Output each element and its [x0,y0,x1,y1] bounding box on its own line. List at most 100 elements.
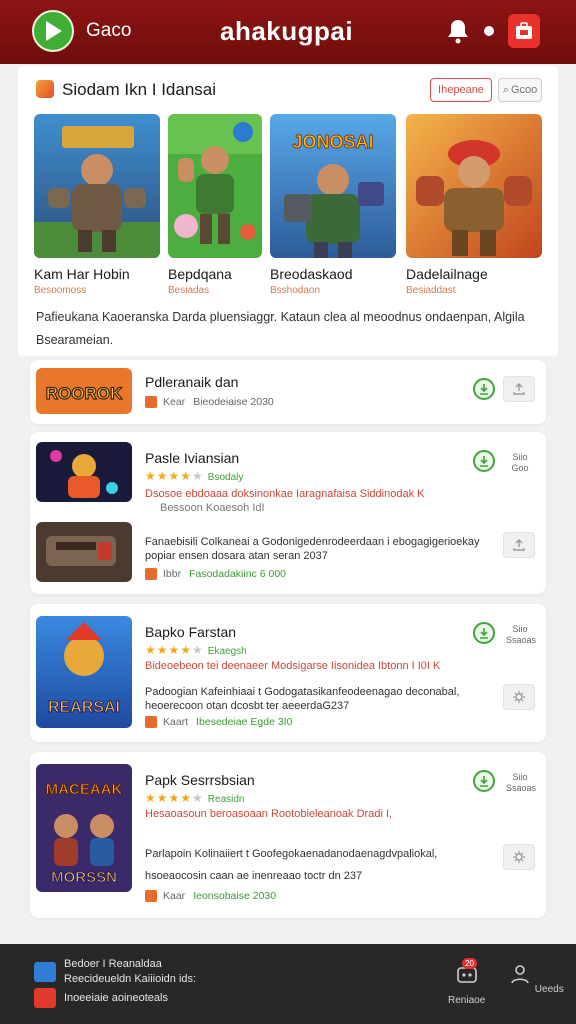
featured-game-card[interactable]: Dadelailnage Besiaddast [406,114,542,296]
game-description-line: Parlapoin Kolinaiiert t Goofegokaenadano… [145,848,438,860]
game-description-line: Fanaebisili Colkaneai a Godonigedenrodee… [145,536,480,548]
app-title: ahakugpai [220,16,354,46]
nav-label: Ueeds [534,984,564,995]
settings-icon [513,691,525,703]
download-button[interactable] [473,450,495,472]
game-meta: Ibbr Fasodadakiinc 6 000 [145,568,286,580]
featured-title: Siodam Ikn I Idansai [62,80,217,99]
download-button[interactable] [473,378,495,400]
game-logo-text: MORSSN [51,869,117,886]
app-header: Gaco ahakugpai [0,0,576,64]
app-icon [34,961,56,982]
share-button[interactable] [503,532,535,558]
play-icon [46,21,62,41]
rating-stars: ★★★★★ Reasidn [145,791,245,805]
featured-game-card[interactable]: JONOSAI Breodaskaod Bsshodaon [270,114,396,296]
more-options-button[interactable]: Siio Ssaoas [506,624,536,646]
featured-search-button[interactable]: ⌕ Gcoo [498,78,542,102]
download-button[interactable] [473,622,495,644]
game-description-line: Padoogian Kafeinhiaai t Godogatasikanfeo… [145,686,460,698]
more-options-button[interactable]: Siio Goo [506,452,534,474]
bell-icon[interactable] [446,18,470,44]
nav-label: Reniaoe [448,995,486,1006]
tag-icon [145,890,157,902]
game-thumbnail: REARSAI [36,616,132,728]
game-subtitle: Besoomoss [34,285,87,296]
game-name: Breodaskaod [270,266,353,282]
settings-button[interactable] [503,684,535,710]
game-thumbnail [36,522,132,582]
rating-stars: ★★★★★ Bsodaly [145,469,244,483]
game-description-line: Bideoebeon tei deenaeer Modsigarse Iison… [145,660,441,672]
game-meta: Kaart Ibesedeiae Egde 3I0 [145,716,292,728]
settings-button[interactable] [503,844,535,870]
game-description-line: Dsosoe ebdoaaa doksinonkae Iaragnafaisa … [145,488,425,500]
notification-badge: 20 [462,958,477,969]
game-subtitle: Besiaddast [406,285,456,296]
game-subtitle: Besiadas [168,285,210,296]
featured-description: Pafieukana Kaoeranska Darda pluensiaggr.… [36,310,525,347]
game-subtitle: Bsshodaon [270,285,321,296]
tag-icon [145,568,157,580]
bottom-info-row: Bedoer I Reanaldaa Reecideueldn Kaiiioid… [34,958,196,985]
bottom-info-row[interactable]: Inoeeiaie aoineoteals [34,988,168,1008]
game-description-line: popiar ensen dosara atan seran 2037 [145,550,328,562]
game-logo-text: ROOROK [46,384,123,403]
game-title: Pasle Iviansian [145,450,240,466]
brand-short-label: Gaco [86,20,132,41]
game-name: Bepdqana [168,266,232,282]
game-logo-text: REARSAI [48,699,120,716]
nav-item-games[interactable]: 20 Reniaoe [448,958,486,1006]
download-button[interactable] [473,770,495,792]
featured-game-card[interactable]: Kam Har Hobin Besoomoss [34,114,160,296]
featured-primary-button[interactable]: Ihepeane [430,78,492,102]
game-list-card[interactable]: MACEAAK MORSSN Papk Sesrrsbsian ★★★★★ Rea… [30,752,546,918]
bottom-info-line: Bedoer I Reanaldaa [64,958,162,970]
download-icon [480,776,488,787]
game-list-card[interactable]: REARSAI Bapko Farstan ★★★★★ Ekaegsh Bideo… [30,604,546,742]
game-thumbnail [36,442,132,502]
game-name: Kam Har Hobin [34,266,130,282]
tag-icon [145,716,157,728]
game-title: Pdleranaik dan [145,374,239,390]
game-list-card[interactable]: Pasle Iviansian ★★★★★ Bsodaly Dsosoe ebdo… [30,432,546,594]
bag-button[interactable] [508,14,540,48]
game-meta: Kaar Ieonsobaise 2030 [145,890,276,902]
featured-section-icon [36,80,54,98]
game-artwork [34,114,160,258]
nav-item-profile[interactable]: Ueeds [508,962,564,995]
share-button[interactable] [503,376,535,402]
search-icon: ⌕ [502,83,509,96]
bottom-info-line: Reecideueldn Kaiiioidn ids: [64,973,197,985]
game-description-line: hsoeaocosin caan ae inenreaao toctr dn 2… [145,870,363,882]
bag-icon [516,22,532,39]
game-logo-text: MACEAAK [46,781,123,798]
game-thumbnail: MACEAAK MORSSN [36,764,132,892]
share-icon [513,539,525,551]
game-description-line: heoerecoon otan dcosbt ter aeeerdaG237 [145,700,350,712]
app-icon [34,988,56,1008]
download-icon [480,628,488,639]
download-icon [480,384,488,395]
game-artwork [168,114,262,258]
game-publisher: Bessoon Koaesoh IdI [160,502,265,514]
game-list-card[interactable]: ROOROK Pdleranaik dan Kear Bieodeiaise 2… [30,360,546,424]
tag-icon [145,396,157,408]
more-options-button[interactable]: Siio Ssaoas [506,772,536,794]
featured-game-card[interactable]: Bepdqana Besiadas [168,114,262,296]
bottom-bar: Bedoer I Reanaldaa Reecideueldn Kaiiioid… [0,944,576,1024]
game-meta: Kear Bieodeiaise 2030 [145,396,274,408]
game-artwork: JONOSAI [270,114,396,258]
profile-icon [511,965,529,984]
game-title: Papk Sesrrsbsian [145,772,255,788]
share-icon [513,383,525,395]
game-thumbnail: ROOROK [36,368,132,414]
bottom-info-line: Inoeeiaie aoineoteals [64,992,168,1004]
dot-icon[interactable] [484,26,494,36]
play-button[interactable] [32,10,74,52]
game-artwork [406,114,542,258]
game-logo-text: JONOSAI [292,132,373,152]
rating-stars: ★★★★★ Ekaegsh [145,643,247,657]
game-description-line: Hesaoasoun beroasoaan Rootobieleanoak Dr… [145,808,393,820]
game-title: Bapko Farstan [145,624,237,640]
